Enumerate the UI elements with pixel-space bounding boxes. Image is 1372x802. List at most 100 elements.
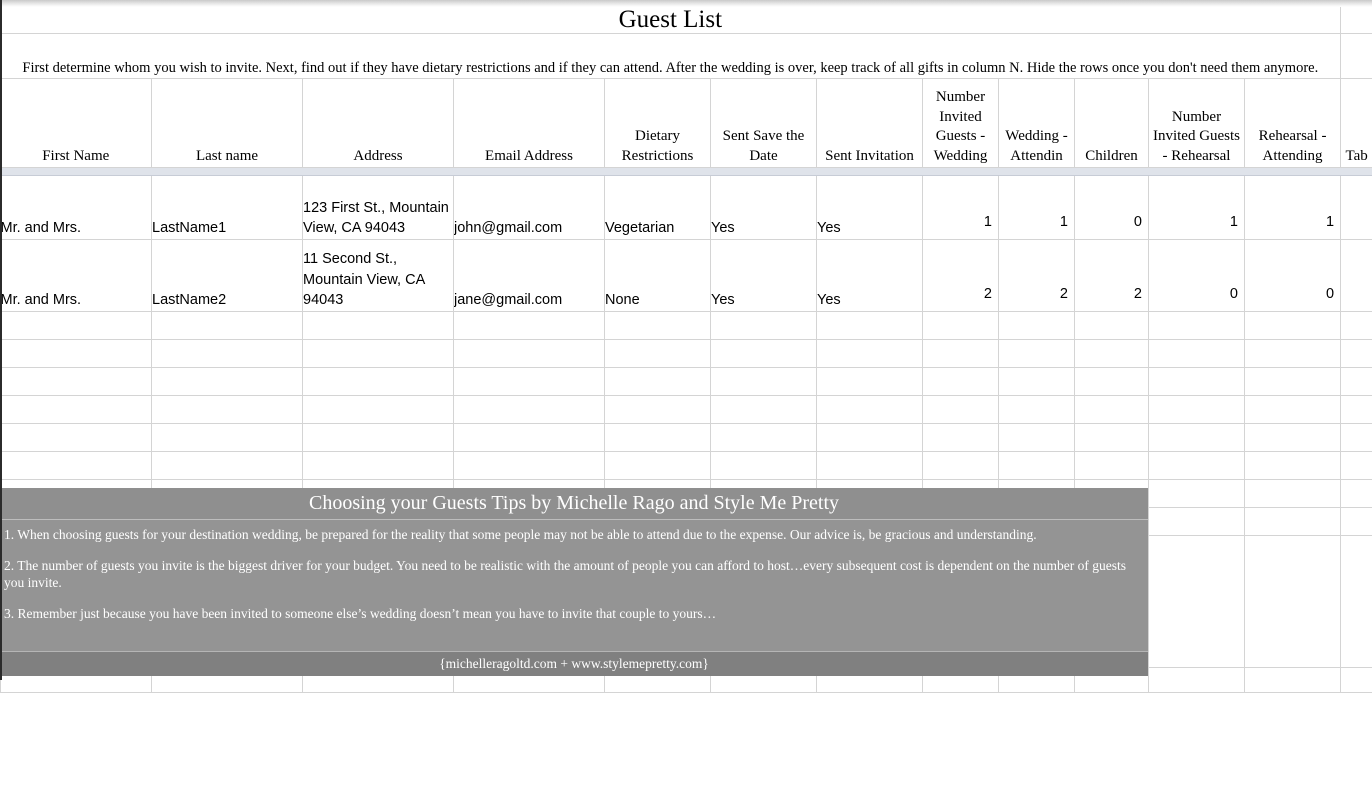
- column-header-first-name[interactable]: First Name: [0, 78, 152, 168]
- cell-number-invited-guests-rehearsal[interactable]: 1: [1148, 167, 1245, 240]
- cell-dietary-restrictions[interactable]: Vegetarian: [604, 167, 711, 240]
- column-header-number-invited-guests-wedding[interactable]: Number Invited Guests - Wedding: [922, 78, 999, 168]
- cell-last-name[interactable]: LastName2: [151, 239, 303, 312]
- empty-cell[interactable]: [1148, 535, 1245, 668]
- cell-sent-invitation[interactable]: Yes: [816, 167, 923, 240]
- empty-cell[interactable]: [922, 423, 999, 452]
- cell-rehearsal-attending[interactable]: 1: [1243, 167, 1342, 240]
- empty-cell[interactable]: [1074, 311, 1149, 340]
- cell-children[interactable]: 2: [1074, 239, 1149, 312]
- empty-cell[interactable]: [1148, 311, 1245, 340]
- cell-address[interactable]: 123 First St., Mountain View, CA 94043: [302, 167, 454, 240]
- empty-cell[interactable]: [710, 367, 817, 396]
- empty-cell[interactable]: [453, 339, 605, 368]
- empty-cell[interactable]: [1243, 395, 1342, 424]
- empty-cell[interactable]: [710, 395, 817, 424]
- empty-cell[interactable]: [1243, 507, 1342, 536]
- empty-cell[interactable]: [302, 339, 454, 368]
- empty-cell[interactable]: [1243, 667, 1342, 693]
- empty-cell[interactable]: [1340, 507, 1372, 536]
- empty-cell[interactable]: [998, 423, 1075, 452]
- empty-cell[interactable]: [302, 311, 454, 340]
- empty-cell[interactable]: [816, 423, 923, 452]
- empty-cell[interactable]: [151, 423, 303, 452]
- empty-cell[interactable]: [1148, 507, 1245, 536]
- empty-cell[interactable]: [453, 367, 605, 396]
- cell-dietary-restrictions[interactable]: None: [604, 239, 711, 312]
- empty-cell[interactable]: [151, 339, 303, 368]
- cell-number-invited-guests-wedding[interactable]: 2: [922, 239, 999, 312]
- empty-cell[interactable]: [1243, 311, 1342, 340]
- empty-cell[interactable]: [1074, 367, 1149, 396]
- empty-cell[interactable]: [1148, 367, 1245, 396]
- empty-cell[interactable]: [453, 423, 605, 452]
- empty-cell[interactable]: [710, 311, 817, 340]
- empty-cell[interactable]: [710, 451, 817, 480]
- empty-cell[interactable]: [816, 367, 923, 396]
- empty-cell[interactable]: [453, 451, 605, 480]
- column-header-wedding-attending[interactable]: Wedding - Attendin: [998, 78, 1075, 168]
- empty-cell[interactable]: [998, 395, 1075, 424]
- cell-number-invited-guests-rehearsal[interactable]: 0: [1148, 239, 1245, 312]
- empty-cell[interactable]: [922, 367, 999, 396]
- cell-children[interactable]: 0: [1074, 167, 1149, 240]
- empty-cell[interactable]: [998, 367, 1075, 396]
- cell-wedding-attending[interactable]: 2: [998, 239, 1075, 312]
- empty-cell[interactable]: [151, 367, 303, 396]
- empty-cell[interactable]: [1340, 479, 1372, 508]
- empty-cell[interactable]: [710, 339, 817, 368]
- empty-cell[interactable]: [998, 311, 1075, 340]
- empty-cell[interactable]: [604, 395, 711, 424]
- column-header-sent-invitation[interactable]: Sent Invitation: [816, 78, 923, 168]
- empty-cell[interactable]: [710, 423, 817, 452]
- empty-cell[interactable]: [1148, 451, 1245, 480]
- cell-table[interactable]: [1340, 167, 1372, 240]
- empty-cell[interactable]: [816, 311, 923, 340]
- empty-cell[interactable]: [1340, 339, 1372, 368]
- empty-cell[interactable]: [1148, 395, 1245, 424]
- cell-first-name[interactable]: Mr. and Mrs.: [0, 167, 152, 240]
- empty-cell[interactable]: [1243, 423, 1342, 452]
- empty-cell[interactable]: [302, 451, 454, 480]
- empty-cell[interactable]: [604, 367, 711, 396]
- cell-email-address[interactable]: jane@gmail.com: [453, 239, 605, 312]
- empty-cell[interactable]: [0, 451, 152, 480]
- instructions-row-spacer-cell[interactable]: [1340, 33, 1372, 79]
- cell-number-invited-guests-wedding[interactable]: 1: [922, 167, 999, 240]
- empty-cell[interactable]: [1340, 451, 1372, 480]
- empty-cell[interactable]: [302, 395, 454, 424]
- column-header-email-address[interactable]: Email Address: [453, 78, 605, 168]
- cell-sent-invitation[interactable]: Yes: [816, 239, 923, 312]
- empty-cell[interactable]: [1243, 535, 1342, 668]
- empty-cell[interactable]: [1074, 339, 1149, 368]
- cell-sent-save-the-date[interactable]: Yes: [710, 239, 817, 312]
- empty-row[interactable]: [0, 311, 1372, 340]
- column-header-sent-save-the-date[interactable]: Sent Save the Date: [710, 78, 817, 168]
- column-header-dietary-restrictions[interactable]: Dietary Restrictions: [604, 78, 711, 168]
- empty-cell[interactable]: [998, 339, 1075, 368]
- empty-cell[interactable]: [0, 395, 152, 424]
- empty-cell[interactable]: [816, 451, 923, 480]
- cell-email-address[interactable]: john@gmail.com: [453, 167, 605, 240]
- empty-cell[interactable]: [0, 311, 152, 340]
- column-header-number-invited-guests-rehearsal[interactable]: Number Invited Guests - Rehearsal: [1148, 78, 1245, 168]
- empty-cell[interactable]: [1243, 367, 1342, 396]
- column-header-last-name[interactable]: Last name: [151, 78, 303, 168]
- empty-cell[interactable]: [0, 367, 152, 396]
- column-header-address[interactable]: Address: [302, 78, 454, 168]
- empty-cell[interactable]: [0, 423, 152, 452]
- empty-cell[interactable]: [1340, 311, 1372, 340]
- empty-cell[interactable]: [151, 311, 303, 340]
- cell-sent-save-the-date[interactable]: Yes: [710, 167, 817, 240]
- empty-cell[interactable]: [1340, 535, 1372, 668]
- empty-cell[interactable]: [604, 423, 711, 452]
- empty-cell[interactable]: [1243, 479, 1342, 508]
- empty-cell[interactable]: [1243, 451, 1342, 480]
- empty-cell[interactable]: [604, 451, 711, 480]
- title-row-spacer-cell[interactable]: [1340, 0, 1372, 34]
- cell-first-name[interactable]: Mr. and Mrs.: [0, 239, 152, 312]
- cell-rehearsal-attending[interactable]: 0: [1243, 239, 1342, 312]
- empty-row[interactable]: [0, 339, 1372, 368]
- empty-cell[interactable]: [0, 339, 152, 368]
- cell-table[interactable]: [1340, 239, 1372, 312]
